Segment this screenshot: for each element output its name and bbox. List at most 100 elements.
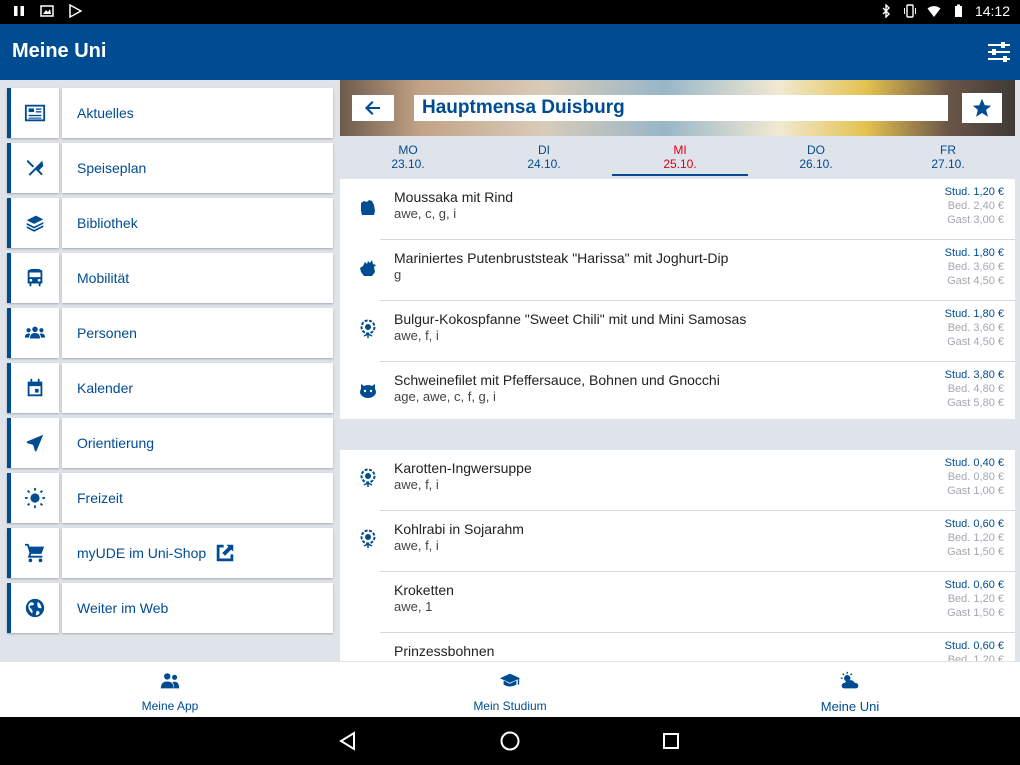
price-guest: Gast 5,80 € bbox=[947, 397, 1004, 409]
tab-day-mi[interactable]: MI 25.10. bbox=[612, 136, 748, 178]
tab-day-mo[interactable]: MO 23.10. bbox=[340, 136, 476, 178]
sidebar-icon-box bbox=[7, 308, 59, 358]
price-guest: Gast 1,00 € bbox=[947, 485, 1004, 497]
flower-icon bbox=[360, 468, 376, 487]
price-employee: Bed. 3,60 € bbox=[947, 261, 1004, 273]
meal-row[interactable]: Mariniertes Putenbruststeak "Harissa" mi… bbox=[340, 240, 1015, 301]
bus-icon bbox=[27, 268, 43, 287]
sidebar-icon-box bbox=[7, 143, 59, 193]
tab-meine-uni[interactable]: Meine Uni bbox=[680, 662, 1020, 718]
sidebar-icon-box bbox=[7, 88, 59, 138]
price-employee: Bed. 1,20 € bbox=[947, 593, 1004, 605]
bottom-navigation: Meine App Mein Studium Meine Uni bbox=[0, 661, 1020, 717]
meal-icon-box bbox=[358, 197, 378, 217]
sidebar-item-aktuelles[interactable]: Aktuelles bbox=[7, 88, 333, 138]
meal-name: Karotten-Ingwersuppe bbox=[394, 460, 532, 476]
day-date: 25.10. bbox=[663, 157, 697, 171]
mensa-title: Hauptmensa Duisburg bbox=[414, 95, 948, 121]
meal-row[interactable]: Schweinefilet mit Pfeffersauce, Bohnen u… bbox=[340, 362, 1015, 423]
tab-day-do[interactable]: DO 26.10. bbox=[748, 136, 884, 178]
sidebar-item-personen[interactable]: Personen bbox=[7, 308, 333, 358]
meal-row[interactable]: Kohlrabi in Sojarahm awe, f, i Stud. 0,6… bbox=[340, 511, 1015, 572]
sidebar-item-kalender[interactable]: Kalender bbox=[7, 363, 333, 413]
favorite-button[interactable] bbox=[962, 93, 1002, 123]
back-button[interactable] bbox=[352, 95, 394, 121]
globe-icon bbox=[25, 598, 45, 618]
sun-icon bbox=[24, 487, 46, 509]
newspaper-icon bbox=[24, 104, 46, 122]
price-student: Stud. 3,80 € bbox=[944, 369, 1004, 381]
sidebar-item-mobilitaet[interactable]: Mobilität bbox=[7, 253, 333, 303]
sidebar-menu: Aktuelles Speiseplan Bibliothek Mobilitä… bbox=[0, 80, 340, 661]
meal-name: Bulgur-Kokospfanne "Sweet Chili" mit und… bbox=[394, 311, 747, 327]
tab-meine-app[interactable]: Meine App bbox=[0, 662, 340, 718]
sidebar-item-bibliothek[interactable]: Bibliothek bbox=[7, 198, 333, 248]
sidebar-item-uni-shop[interactable]: myUDE im Uni-Shop bbox=[7, 528, 333, 578]
price-student: Stud. 0,60 € bbox=[944, 518, 1004, 530]
day-name: DO bbox=[807, 143, 825, 157]
meal-prices: Stud. 0,40 € Bed. 0,80 € Gast 1,00 € bbox=[945, 456, 1004, 498]
meal-icon-box bbox=[358, 380, 378, 400]
meal-row[interactable]: Kroketten awe, 1 Stud. 0,60 € Bed. 1,20 … bbox=[340, 572, 1015, 633]
meal-prices: Stud. 1,80 € Bed. 3,60 € Gast 4,50 € bbox=[945, 246, 1004, 288]
home-circle-icon[interactable] bbox=[498, 729, 522, 753]
tab-day-fr[interactable]: FR 27.10. bbox=[880, 136, 1015, 178]
day-name: MO bbox=[398, 143, 418, 157]
tab-label: Meine Uni bbox=[820, 699, 880, 714]
settings-sliders-icon[interactable] bbox=[986, 40, 1012, 64]
day-date: 24.10. bbox=[527, 157, 561, 171]
meal-name: Prinzessbohnen bbox=[394, 643, 495, 659]
price-employee: Bed. 1,20 € bbox=[947, 532, 1004, 544]
sidebar-item-label: Kalender bbox=[62, 363, 333, 413]
image-notification-icon bbox=[40, 5, 54, 17]
battery-icon bbox=[954, 4, 962, 17]
meal-row[interactable]: Bulgur-Kokospfanne "Sweet Chili" mit und… bbox=[340, 301, 1015, 362]
meal-prices: Stud. 3,80 € Bed. 4,80 € Gast 5,80 € bbox=[945, 368, 1004, 410]
sidebar-icon-box bbox=[7, 363, 59, 413]
meal-icon-box bbox=[358, 258, 378, 278]
price-student: Stud. 0,60 € bbox=[944, 640, 1004, 652]
meal-codes: awe, f, i bbox=[394, 477, 439, 492]
price-employee: Bed. 1,20 € bbox=[947, 654, 1004, 661]
sidebar-item-weiter-im-web[interactable]: Weiter im Web bbox=[7, 583, 333, 633]
sidebar-icon-box bbox=[7, 528, 59, 578]
flower-icon bbox=[360, 529, 376, 548]
sidebar-item-label-box: myUDE im Uni-Shop bbox=[62, 528, 333, 578]
sidebar-item-label: Freizeit bbox=[62, 473, 333, 523]
meal-name: Mariniertes Putenbruststeak "Harissa" mi… bbox=[394, 250, 729, 266]
meal-name: Kohlrabi in Sojarahm bbox=[394, 521, 524, 537]
back-triangle-icon[interactable] bbox=[336, 729, 360, 753]
meal-codes: awe, f, i bbox=[394, 328, 439, 343]
status-time: 14:12 bbox=[974, 3, 1010, 19]
tab-label: Mein Studium bbox=[473, 699, 547, 713]
vibrate-icon bbox=[903, 4, 916, 18]
meal-row[interactable]: Karotten-Ingwersuppe awe, f, i Stud. 0,4… bbox=[340, 450, 1015, 511]
pig-icon bbox=[360, 384, 376, 398]
meal-name: Kroketten bbox=[394, 582, 454, 598]
meal-row[interactable]: Prinzessbohnen Stud. 0,60 € Bed. 1,20 € bbox=[340, 633, 1015, 661]
sidebar-item-label: myUDE im Uni-Shop bbox=[77, 545, 207, 561]
tab-mein-studium[interactable]: Mein Studium bbox=[340, 662, 680, 718]
poultry-icon bbox=[360, 260, 376, 276]
meal-prices: Stud. 0,60 € Bed. 1,20 € bbox=[945, 639, 1004, 661]
day-name: DI bbox=[538, 143, 550, 157]
price-guest: Gast 3,00 € bbox=[947, 214, 1004, 226]
tab-day-di[interactable]: DI 24.10. bbox=[476, 136, 612, 178]
price-guest: Gast 4,50 € bbox=[947, 275, 1004, 287]
sidebar-item-label: Aktuelles bbox=[62, 88, 333, 138]
recents-square-icon[interactable] bbox=[659, 729, 683, 753]
wifi-icon bbox=[927, 6, 941, 17]
people-icon bbox=[160, 673, 180, 689]
day-date: 26.10. bbox=[799, 157, 833, 171]
price-guest: Gast 4,50 € bbox=[947, 336, 1004, 348]
meal-row[interactable]: Moussaka mit Rind awe, c, g, i Stud. 1,2… bbox=[340, 179, 1015, 240]
pause-notification-icon bbox=[14, 6, 24, 16]
sidebar-item-label: Bibliothek bbox=[62, 198, 333, 248]
meal-prices: Stud. 0,60 € Bed. 1,20 € Gast 1,50 € bbox=[945, 578, 1004, 620]
cow-icon bbox=[361, 200, 375, 215]
sidebar-item-freizeit[interactable]: Freizeit bbox=[7, 473, 333, 523]
sidebar-item-speiseplan[interactable]: Speiseplan bbox=[7, 143, 333, 193]
meal-icon-box bbox=[358, 319, 378, 339]
meal-name: Schweinefilet mit Pfeffersauce, Bohnen u… bbox=[394, 372, 720, 388]
sidebar-item-orientierung[interactable]: Orientierung bbox=[7, 418, 333, 468]
